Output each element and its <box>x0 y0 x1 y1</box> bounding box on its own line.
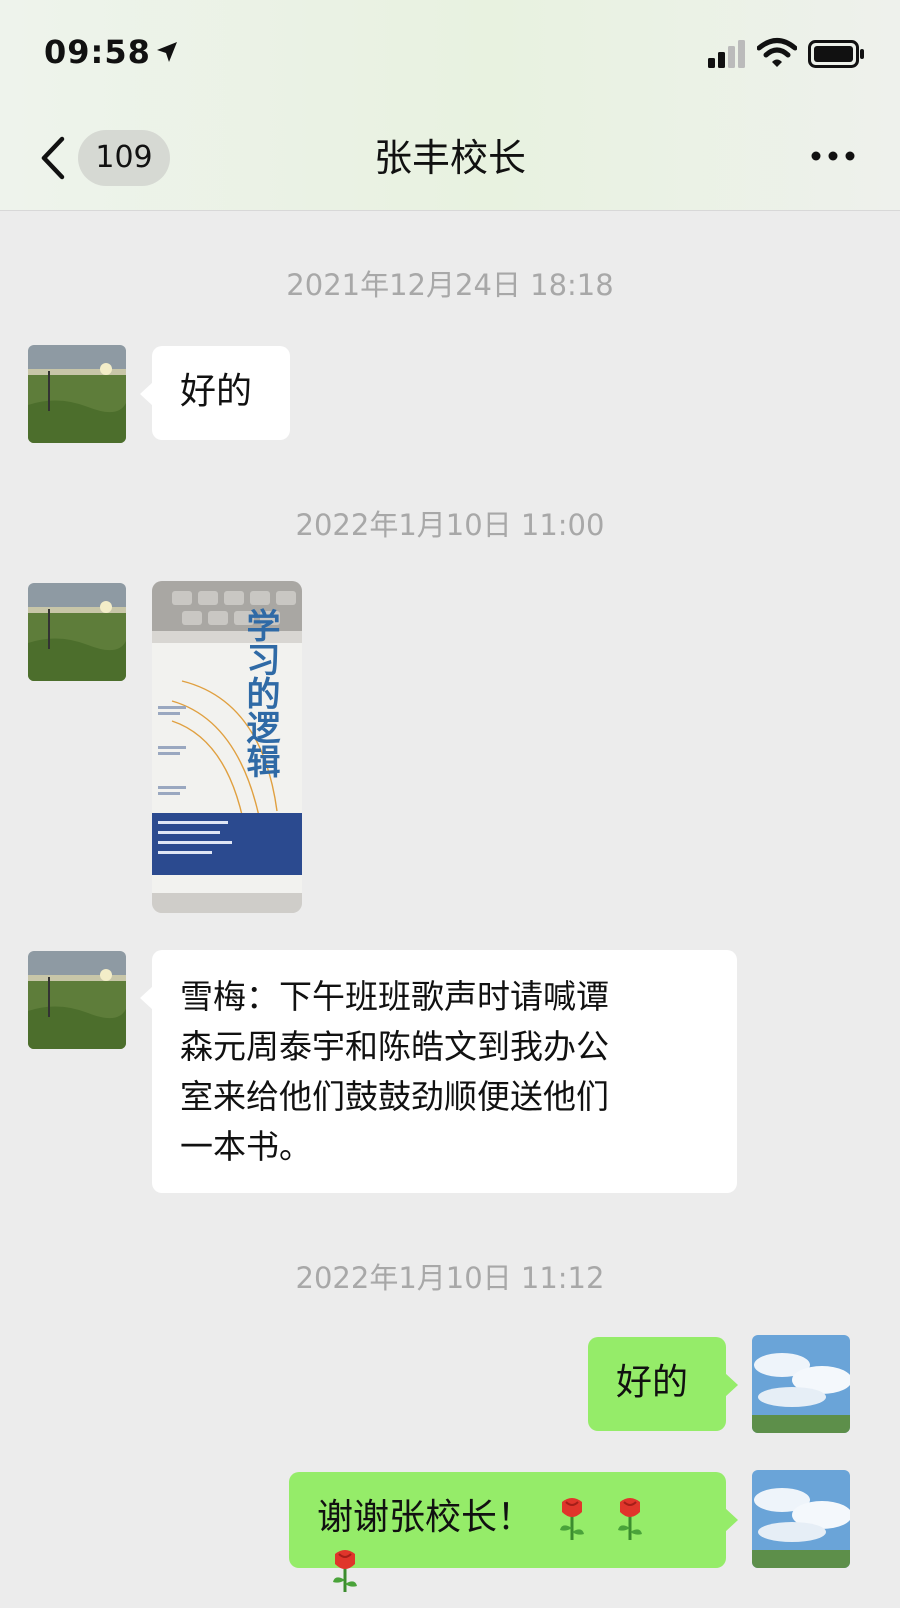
status-time: 09:58 <box>44 33 151 71</box>
message-text-line: 室来给他们鼓鼓劲顺便送他们 <box>180 1077 609 1116</box>
more-dots-icon[interactable] <box>810 148 856 164</box>
location-arrow-icon <box>157 42 177 62</box>
book-cover-title: 学习的逻辑 <box>240 607 280 778</box>
rose-icon <box>560 1498 585 1540</box>
message-text: 好的 <box>180 371 253 412</box>
navigation-bar: 09:58 109 张丰校长 <box>0 0 900 211</box>
rose-icon <box>617 1498 642 1540</box>
avatar[interactable] <box>28 345 126 443</box>
battery-icon <box>808 40 864 68</box>
avatar[interactable] <box>28 583 126 681</box>
message-text-line: 森元周泰宇和陈皓文到我办公 <box>180 1027 609 1066</box>
rose-icon <box>333 1550 357 1592</box>
avatar[interactable] <box>28 951 126 1049</box>
signal-icon <box>708 40 745 68</box>
wifi-icon <box>757 38 797 67</box>
message-text: 谢谢张校长！ <box>317 1497 534 1538</box>
avatar-self[interactable] <box>752 1470 850 1568</box>
message-timestamp: 2022年1月10日 11:00 <box>295 508 605 542</box>
message-bubble-outgoing[interactable]: 好的 <box>588 1337 738 1431</box>
avatar-self[interactable] <box>752 1335 850 1433</box>
message-text: 好的 <box>616 1362 689 1403</box>
message-timestamp: 2021年12月24日 18:18 <box>286 268 614 302</box>
message-bubble[interactable]: 好的 <box>140 346 290 440</box>
message-bubble[interactable]: 雪梅：下午班班歌声时请喊谭 森元周泰宇和陈皓文到我办公 室来给他们鼓鼓劲顺便送他… <box>140 950 737 1193</box>
message-text-line: 雪梅：下午班班歌声时请喊谭 <box>180 977 609 1016</box>
message-timestamp: 2022年1月10日 11:12 <box>295 1261 605 1295</box>
message-text-line: 一本书。 <box>180 1127 312 1166</box>
chat-title: 张丰校长 <box>373 136 526 180</box>
image-message-book-photo[interactable]: 学习的逻辑 <box>152 581 302 913</box>
message-bubble-outgoing[interactable]: 谢谢张校长！ <box>289 1472 738 1592</box>
